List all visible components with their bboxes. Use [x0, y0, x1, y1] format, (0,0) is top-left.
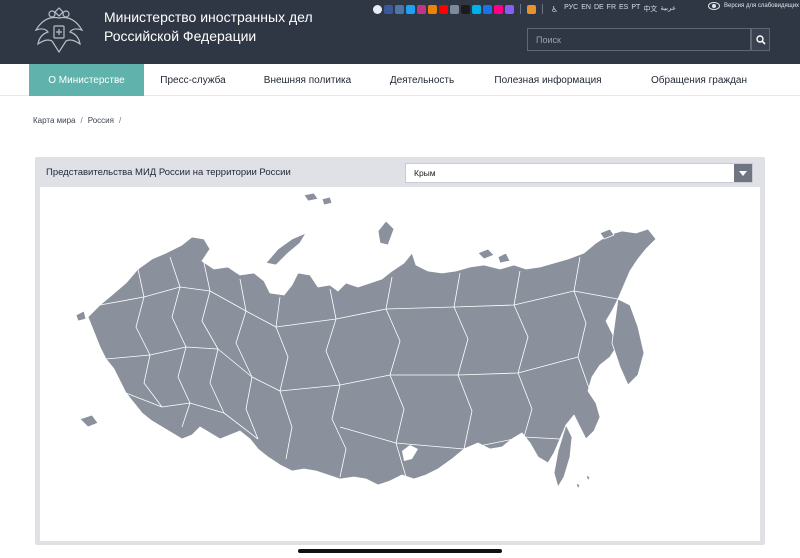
lang-es[interactable]: ES [619, 4, 628, 14]
facebook-icon[interactable] [384, 4, 393, 14]
russia-map[interactable] [40, 187, 760, 541]
nav-item-foreign-policy[interactable]: Внешняя политика [255, 64, 360, 96]
lang-de[interactable]: DE [594, 4, 604, 14]
vk-icon[interactable] [395, 4, 404, 14]
nav-item-useful-info[interactable]: Полезная информация [486, 64, 610, 96]
map-panel-title: Представительства МИД России на территор… [46, 167, 291, 178]
search-icon [755, 34, 766, 45]
lang-en[interactable]: EN [581, 4, 591, 14]
divider [542, 4, 543, 14]
region-select[interactable]: Крым [405, 163, 753, 183]
main-nav: О Министерстве Пресс-служба Внешняя поли… [0, 64, 800, 96]
lang-fr[interactable]: FR [607, 4, 616, 14]
rss-icon[interactable] [527, 4, 536, 14]
eye-icon [708, 2, 720, 10]
search-button[interactable] [751, 28, 770, 51]
low-vision-link[interactable]: Версия для слабовидящих [708, 2, 799, 10]
map-region-kamchatka [611, 298, 645, 386]
ministry-name-line1: Министерство иностранных дел [104, 9, 313, 25]
search-input[interactable] [528, 29, 750, 50]
map-region-severnaya-zemlya [377, 220, 395, 246]
nav-item-press[interactable]: Пресс-служба [150, 64, 236, 96]
instagram-icon[interactable] [417, 4, 426, 14]
map-region-franz-josef [303, 192, 319, 202]
map-canvas [40, 187, 760, 541]
search-field[interactable] [527, 28, 751, 51]
region-select-value: Крым [414, 168, 436, 178]
map-region-novaya-zemlya [265, 232, 307, 266]
twitter-icon[interactable] [406, 4, 415, 14]
breadcrumb-separator: / [118, 116, 122, 125]
lang-ru[interactable]: РУС [564, 4, 578, 14]
language-switcher: РУС EN DE FR ES PT 中文 عربية [564, 4, 676, 14]
breadcrumb-separator: / [80, 116, 83, 125]
divider [520, 4, 521, 14]
yappy-icon[interactable] [505, 4, 514, 14]
social-links: ♿ РУС EN DE FR ES PT 中文 عربية [373, 3, 676, 15]
lang-ar[interactable]: عربية [660, 4, 676, 14]
tiktok-icon[interactable] [461, 4, 470, 14]
lang-pt[interactable]: PT [631, 4, 640, 14]
nav-item-activity[interactable]: Деятельность [382, 64, 462, 96]
map-region-kaliningrad [75, 310, 87, 322]
zen-icon[interactable] [450, 4, 459, 14]
ministry-name[interactable]: Министерство иностранных дел Российской … [104, 8, 313, 46]
coat-of-arms-icon[interactable] [30, 2, 88, 58]
chevron-down-icon[interactable] [734, 164, 752, 182]
youtube-icon[interactable] [439, 4, 448, 14]
breadcrumb-world-map[interactable]: Карта мира [33, 116, 76, 125]
map-region-new-siberian [477, 248, 495, 260]
livejournal-icon[interactable] [472, 4, 481, 14]
flickr-icon[interactable] [494, 4, 503, 14]
breadcrumb-russia[interactable]: Россия [88, 116, 114, 125]
home-indicator [298, 549, 502, 553]
nav-item-appeals[interactable]: Обращения граждан [640, 64, 758, 96]
low-vision-label: Версия для слабовидящих [724, 3, 800, 9]
map-region-crimea [79, 414, 99, 428]
site-header: Министерство иностранных дел Российской … [0, 0, 800, 64]
accessibility-icon[interactable]: ♿ [551, 5, 558, 14]
map-panel: Представительства МИД России на территор… [35, 157, 765, 545]
telegram-icon[interactable] [373, 4, 382, 14]
nav-item-about[interactable]: О Министерстве [29, 64, 144, 96]
lang-zh[interactable]: 中文 [643, 4, 657, 14]
breadcrumb: Карта мира / Россия / [33, 116, 121, 125]
ministry-name-line2: Российской Федерации [104, 28, 257, 44]
rutube-icon[interactable] [483, 4, 492, 14]
ok-icon[interactable] [428, 4, 437, 14]
